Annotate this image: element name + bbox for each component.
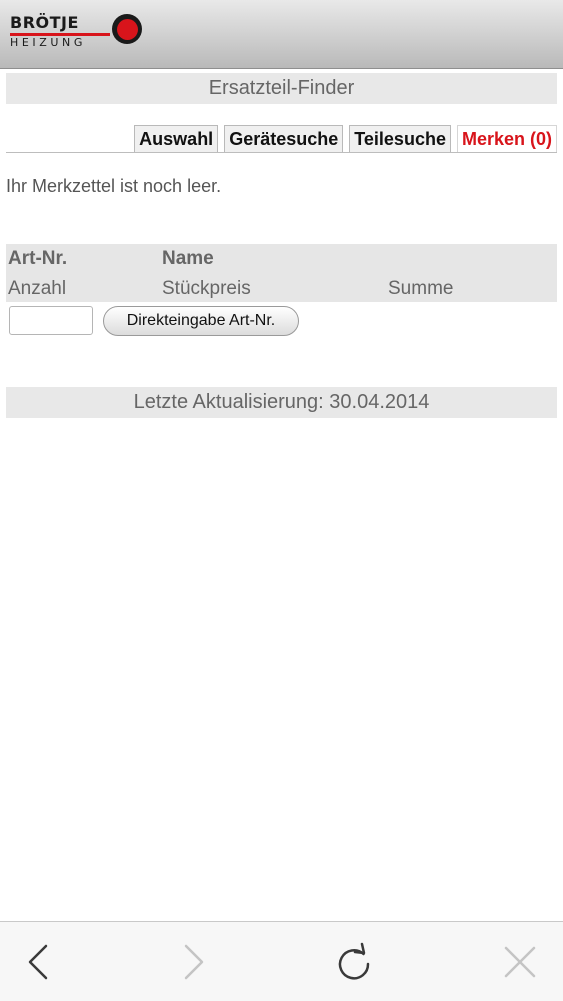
forward-button[interactable]: [152, 922, 232, 1001]
logo-text-top: BRÖTJE: [10, 13, 79, 32]
tab-auswahl[interactable]: Auswahl: [134, 125, 219, 153]
close-button[interactable]: [480, 922, 560, 1001]
column-art-nr: Art-Nr.: [8, 248, 68, 269]
reload-icon: [338, 942, 370, 980]
app-header: BRÖTJE HEIZUNG: [0, 0, 563, 69]
reload-button[interactable]: [314, 922, 394, 1001]
last-update-info: Letzte Aktualisierung: 30.04.2014: [6, 387, 557, 418]
broetje-logo[interactable]: BRÖTJE HEIZUNG: [10, 12, 150, 52]
list-table-header: Art-Nr. Name Anzahl Stückpreis Summe: [6, 244, 557, 302]
back-button[interactable]: [0, 922, 80, 1001]
tab-bar: Auswahl Gerätesuche Teilesuche Merken (0…: [134, 125, 557, 153]
browser-toolbar: [0, 921, 563, 1001]
close-icon: [504, 946, 536, 978]
tab-geraetesuche[interactable]: Gerätesuche: [224, 125, 344, 153]
direct-entry-button[interactable]: Direkteingabe Art-Nr.: [103, 306, 299, 336]
tabs-divider: [6, 152, 557, 153]
forward-icon: [184, 944, 204, 980]
tab-merken[interactable]: Merken (0): [456, 125, 557, 153]
column-stueckpreis: Stückpreis: [162, 278, 251, 299]
tab-teilesuche[interactable]: Teilesuche: [349, 125, 451, 153]
logo-circle-icon: [112, 14, 142, 44]
column-anzahl: Anzahl: [8, 278, 67, 299]
page-title: Ersatzteil-Finder: [6, 73, 557, 104]
column-name: Name: [162, 248, 214, 269]
logo-text-bottom: HEIZUNG: [10, 36, 87, 49]
empty-list-message: Ihr Merkzettel ist noch leer.: [6, 176, 222, 196]
column-summe: Summe: [388, 278, 454, 299]
article-number-input[interactable]: [9, 306, 93, 335]
back-icon: [28, 944, 48, 980]
